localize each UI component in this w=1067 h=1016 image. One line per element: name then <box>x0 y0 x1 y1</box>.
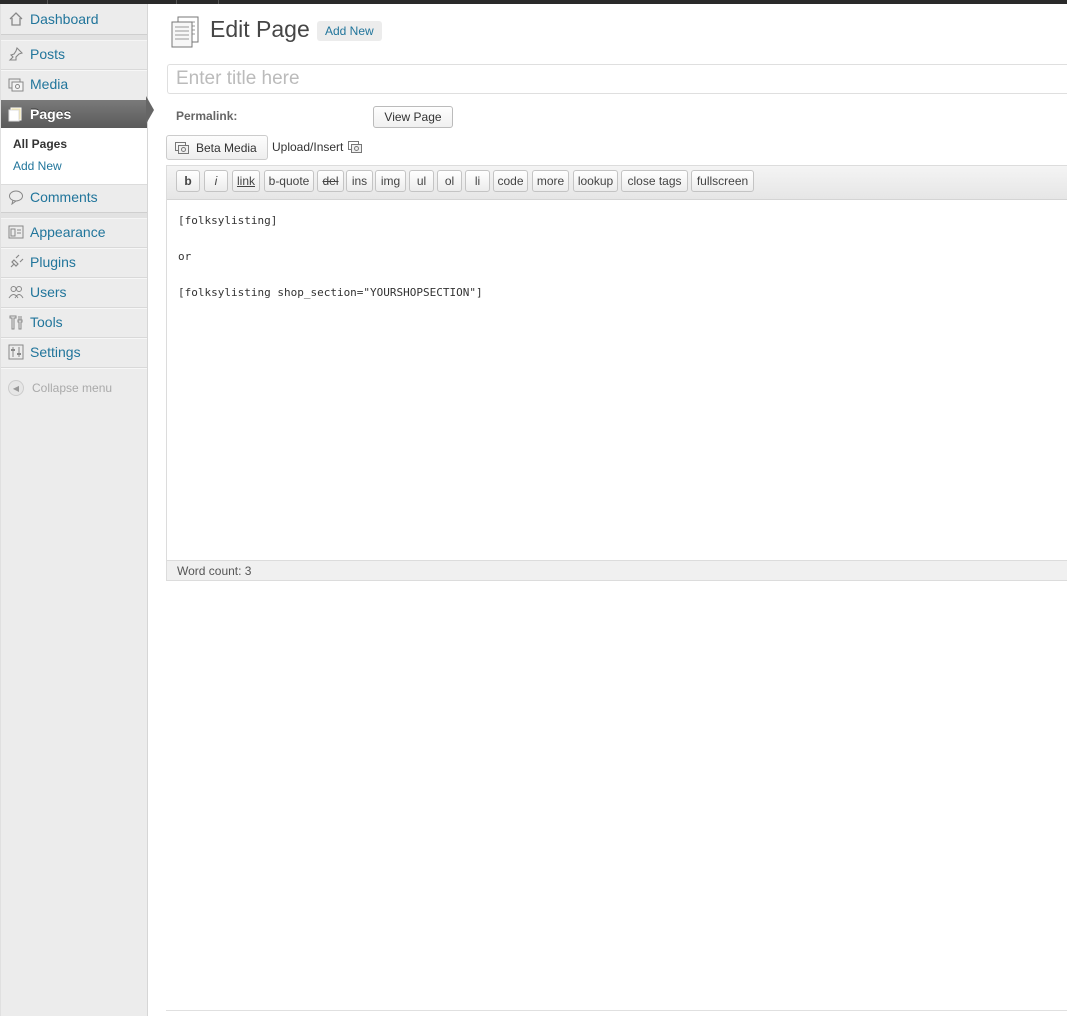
upload-insert-button[interactable]: Upload/Insert <box>272 140 363 154</box>
permalink-label: Permalink: <box>176 109 238 123</box>
qt-ins-button[interactable]: ins <box>346 170 373 192</box>
top-bar-divider <box>218 0 219 4</box>
menu-tools-label: Tools <box>30 314 63 330</box>
menu-users-label: Users <box>30 284 67 300</box>
pages-submenu: All Pages Add New <box>1 128 147 185</box>
menu-tools[interactable]: Tools <box>1 307 147 337</box>
menu-posts-label: Posts <box>30 46 66 62</box>
pin-icon <box>8 46 24 62</box>
editor-status-bar: Word count: 3 <box>167 560 1067 580</box>
title-input[interactable] <box>167 64 1067 94</box>
media-icon <box>8 76 24 92</box>
menu-plugins-label: Plugins <box>30 254 76 270</box>
qt-bquote-button[interactable]: b-quote <box>264 170 314 192</box>
menu-separator <box>1 367 147 369</box>
menu-dashboard-label: Dashboard <box>30 11 99 27</box>
quicktags-toolbar: b i link b-quote del ins img ul ol li co… <box>167 166 1067 200</box>
users-icon <box>8 284 24 300</box>
pages-icon <box>8 106 24 122</box>
add-new-button[interactable]: Add New <box>317 21 382 41</box>
appearance-icon <box>8 224 24 240</box>
media-icon <box>175 141 190 155</box>
qt-italic-button[interactable]: i <box>204 170 228 192</box>
qt-lookup-button[interactable]: lookup <box>573 170 618 192</box>
menu-comments-label: Comments <box>30 189 98 205</box>
menu-media[interactable]: Media <box>1 69 147 99</box>
menu-plugins[interactable]: Plugins <box>1 247 147 277</box>
menu-posts[interactable]: Posts <box>1 39 147 69</box>
menu-settings[interactable]: Settings <box>1 337 147 367</box>
menu-settings-label: Settings <box>30 344 81 360</box>
collapse-menu[interactable]: ◀ Collapse menu <box>8 380 112 396</box>
text-editor: b i link b-quote del ins img ul ol li co… <box>166 165 1067 581</box>
menu-pages[interactable]: Pages <box>1 100 147 128</box>
menu-appearance-label: Appearance <box>30 224 106 240</box>
qt-fullscreen-button[interactable]: fullscreen <box>691 170 754 192</box>
admin-top-bar <box>0 0 1067 4</box>
qt-close-tags-button[interactable]: close tags <box>621 170 688 192</box>
footer-divider <box>166 1010 1067 1011</box>
collapse-menu-label: Collapse menu <box>32 381 113 395</box>
view-page-button[interactable]: View Page <box>373 106 453 128</box>
menu-dashboard[interactable]: Dashboard <box>1 4 147 34</box>
admin-sidebar: Dashboard Posts Media Pages All Pages Ad… <box>0 4 148 1016</box>
menu-media-label: Media <box>30 76 69 92</box>
dashboard-icon <box>8 11 24 27</box>
tools-icon <box>8 314 24 330</box>
upload-insert-label: Upload/Insert <box>272 140 344 154</box>
media-icon <box>348 140 363 154</box>
page-title: Edit Page <box>210 16 310 42</box>
settings-icon <box>8 344 24 360</box>
qt-more-button[interactable]: more <box>532 170 569 192</box>
editor-line: or <box>178 250 192 263</box>
menu-comments[interactable]: Comments <box>1 182 147 212</box>
top-bar-divider <box>176 0 177 4</box>
qt-bold-button[interactable]: b <box>176 170 200 192</box>
collapse-arrow-icon: ◀ <box>8 380 24 396</box>
editor-content-area[interactable]: [folksylisting] or [folksylisting shop_s… <box>178 212 483 302</box>
word-count: Word count: 3 <box>177 563 252 578</box>
qt-code-button[interactable]: code <box>493 170 528 192</box>
menu-pages-label: Pages <box>30 106 72 122</box>
beta-media-label: Beta Media <box>196 140 257 155</box>
qt-ol-button[interactable]: ol <box>437 170 462 192</box>
edit-pages-icon <box>170 16 200 48</box>
qt-ul-button[interactable]: ul <box>409 170 434 192</box>
active-menu-arrow <box>146 96 154 124</box>
editor-line: [folksylisting shop_section="YOURSHOPSEC… <box>178 286 483 299</box>
qt-li-button[interactable]: li <box>465 170 490 192</box>
menu-appearance[interactable]: Appearance <box>1 217 147 247</box>
menu-users[interactable]: Users <box>1 277 147 307</box>
qt-link-button[interactable]: link <box>232 170 260 192</box>
submenu-all-pages[interactable]: All Pages <box>13 137 67 151</box>
qt-img-button[interactable]: img <box>375 170 406 192</box>
editor-line: [folksylisting] <box>178 214 278 227</box>
submenu-add-new[interactable]: Add New <box>13 159 62 173</box>
speech-bubble-icon <box>8 189 24 205</box>
beta-media-button[interactable]: Beta Media <box>166 135 268 160</box>
qt-del-button[interactable]: del <box>317 170 344 192</box>
plug-icon <box>8 254 24 270</box>
